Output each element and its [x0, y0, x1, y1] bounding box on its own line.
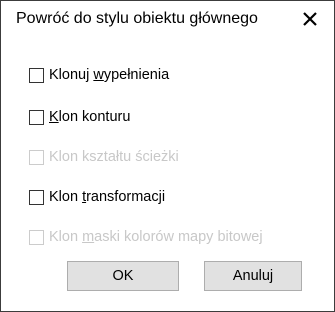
dialog-body: Klonuj wypełnienia Klon konturu Klon ksz… — [1, 41, 334, 311]
checkbox-clone-bitmap-mask: Klon maski kolorów mapy bitowej — [29, 227, 263, 247]
checkbox-box — [29, 229, 44, 245]
checkbox-box[interactable] — [29, 109, 44, 125]
checkbox-label: Klon konturu — [49, 109, 131, 125]
checkbox-clone-path-shape: Klon kształtu ścieżki — [29, 147, 179, 167]
checkbox-label: Klon kształtu ścieżki — [49, 149, 179, 165]
checkbox-box — [29, 149, 44, 165]
checkbox-clone-stroke[interactable]: Klon konturu — [29, 107, 130, 127]
checkbox-box[interactable] — [29, 189, 44, 205]
checkbox-clone-fill[interactable]: Klonuj wypełnienia — [29, 65, 169, 85]
cancel-button[interactable]: Anuluj — [204, 261, 302, 291]
checkbox-clone-transform[interactable]: Klon transformacji — [29, 187, 165, 207]
dialog-window: Powróć do stylu obiektu głównego Klonuj … — [0, 0, 335, 312]
checkbox-label: Klonuj wypełnienia — [49, 67, 170, 83]
close-icon — [303, 12, 317, 26]
close-button[interactable] — [296, 5, 324, 33]
dialog-title: Powróć do stylu obiektu głównego — [16, 10, 258, 27]
checkbox-box[interactable] — [29, 67, 44, 83]
checkbox-label: Klon transformacji — [49, 189, 166, 205]
checkbox-label: Klon maski kolorów mapy bitowej — [49, 229, 263, 245]
ok-button[interactable]: OK — [67, 261, 179, 291]
title-bar: Powróć do stylu obiektu głównego — [1, 1, 334, 41]
